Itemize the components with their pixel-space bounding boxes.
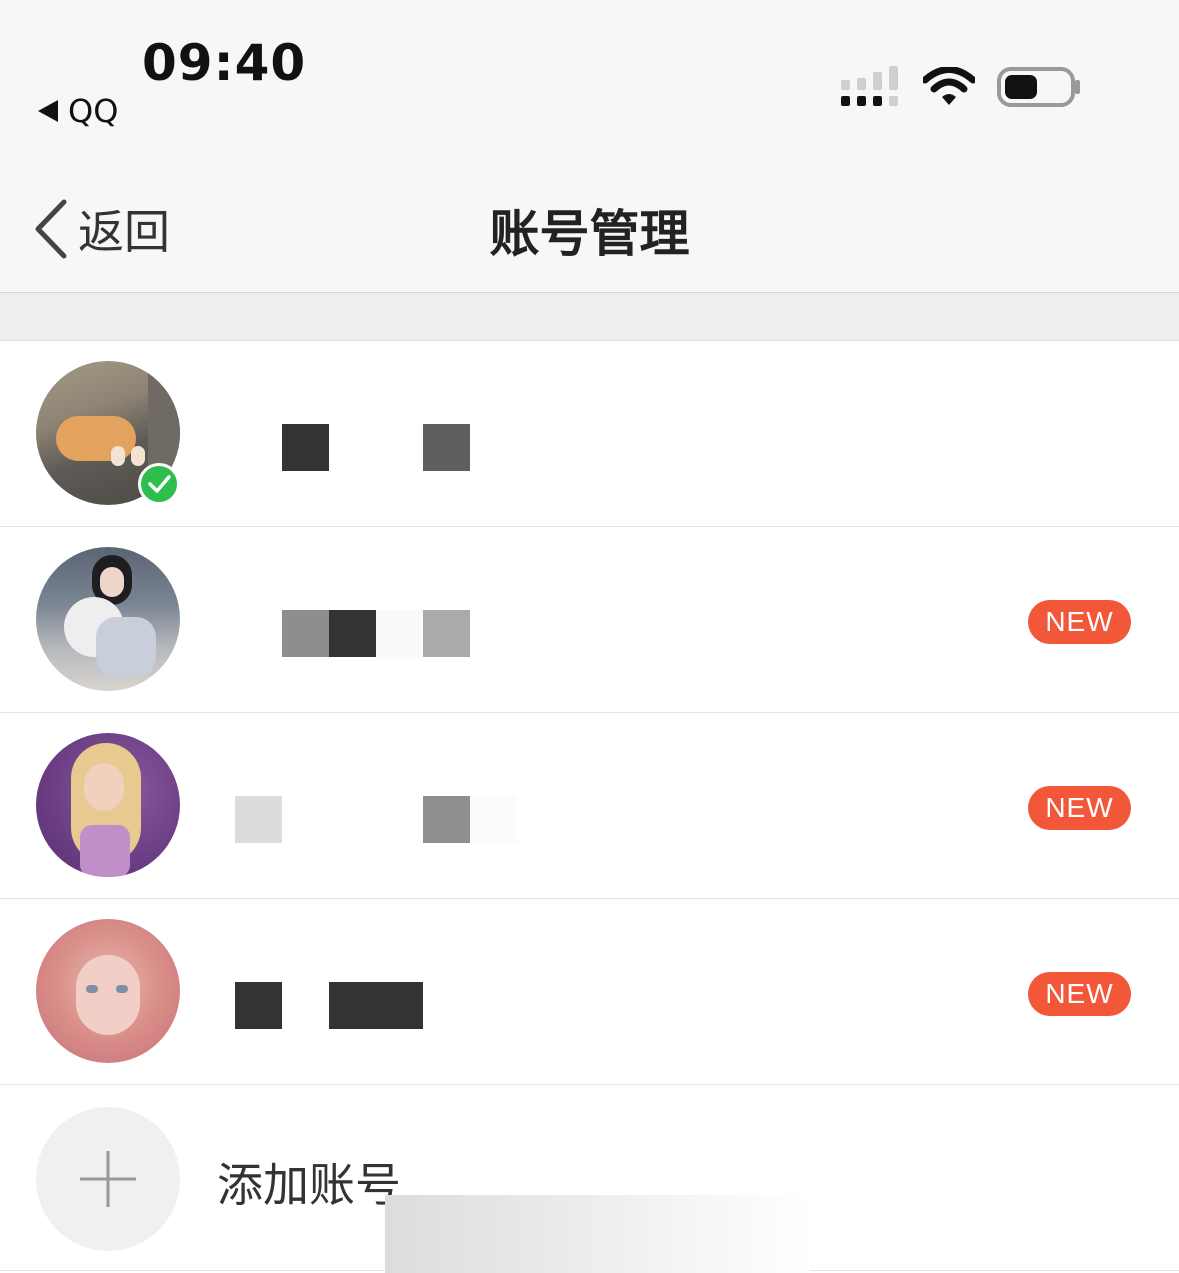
account-name-redacted: [235, 796, 535, 843]
status-bar: 09:40 QQ: [0, 0, 1179, 150]
new-badge: NEW: [1028, 972, 1131, 1016]
current-account-check-icon: [138, 463, 180, 505]
navigation-bar: 返回 账号管理: [0, 150, 1179, 293]
back-to-app[interactable]: QQ: [38, 92, 118, 130]
add-account-button[interactable]: [36, 1107, 180, 1251]
account-list: NEW NEW NEW 添加账号: [0, 341, 1179, 1271]
add-account-label: 添加账号: [217, 1158, 401, 1212]
wifi-icon: [923, 67, 975, 105]
cellular-signal-icon: [841, 66, 898, 106]
account-name-redacted: [235, 610, 535, 657]
account-row[interactable]: NEW: [0, 899, 1179, 1085]
page-title: 账号管理: [489, 205, 690, 263]
bottom-overlay: [385, 1195, 810, 1273]
account-name-redacted: [235, 424, 535, 471]
section-spacer: [0, 293, 1179, 341]
plus-icon: [80, 1151, 136, 1207]
back-triangle-icon: [38, 100, 58, 122]
avatar-girl-with-cat: [36, 547, 180, 691]
account-row[interactable]: [0, 341, 1179, 527]
account-row[interactable]: NEW: [0, 527, 1179, 713]
new-badge: NEW: [1028, 600, 1131, 644]
account-name-redacted: [235, 982, 535, 1029]
new-badge: NEW: [1028, 786, 1131, 830]
battery-icon: [997, 67, 1080, 107]
back-app-label: QQ: [68, 92, 119, 130]
system-icons: [841, 66, 1081, 108]
status-time: 09:40: [142, 34, 307, 92]
avatar-princess: [36, 733, 180, 877]
account-row[interactable]: NEW: [0, 713, 1179, 899]
avatar-painted-girl: [36, 919, 180, 1063]
